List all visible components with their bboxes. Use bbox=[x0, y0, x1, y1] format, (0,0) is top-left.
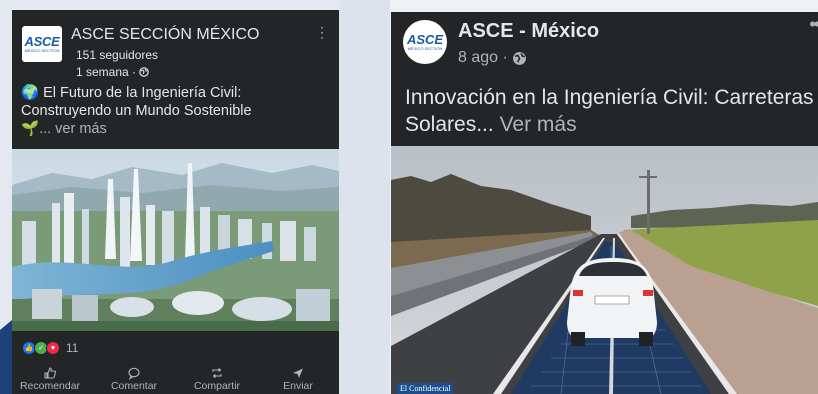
post-time[interactable]: 1 semana · bbox=[76, 65, 149, 79]
page-name[interactable]: ASCE - México bbox=[458, 20, 599, 43]
comment-label: Comentar bbox=[110, 380, 158, 392]
post-header: ASCE MÉXICO SECTION ASCE SECCIÓN MÉXICO … bbox=[20, 16, 331, 79]
post-body: Innovación en la Ingeniería Civil: Carre… bbox=[405, 86, 814, 136]
kebab-icon[interactable]: ⋮ bbox=[315, 24, 329, 41]
comment-icon bbox=[128, 367, 140, 380]
time-label: 8 ago · bbox=[458, 49, 508, 66]
reaction-count: 11 bbox=[66, 341, 79, 355]
send-button[interactable]: Enviar bbox=[278, 366, 318, 392]
share-icon bbox=[212, 368, 222, 378]
ellipsis-icon[interactable]: •• bbox=[809, 14, 818, 35]
seedling-emoji: 🌱 bbox=[21, 121, 40, 137]
post-text: 🌍 El Futuro de la Ingeniería Civil: Cons… bbox=[21, 84, 331, 138]
like-label: Recomendar bbox=[19, 380, 81, 392]
follower-count: 151 seguidores bbox=[76, 48, 159, 62]
globe-icon bbox=[512, 51, 526, 65]
post-text: Innovación en la Ingeniería Civil: Carre… bbox=[405, 84, 815, 138]
logo-text: ASCE bbox=[24, 34, 60, 49]
reaction-summary[interactable]: 👍 ✓ ♥ 11 bbox=[22, 341, 78, 355]
love-reaction-icon: ♥ bbox=[46, 341, 60, 355]
page-avatar[interactable]: ASCE MÉXICO SECTION bbox=[22, 26, 62, 62]
post-time[interactable]: 8 ago · bbox=[458, 49, 527, 67]
earth-emoji: 🌍 bbox=[21, 85, 40, 101]
page-avatar[interactable]: ASCE MÉXICO SECTION bbox=[403, 20, 447, 64]
time-label: 1 semana · bbox=[76, 65, 137, 79]
action-bar: Recomendar Comentar Compartir Enviar bbox=[12, 366, 339, 394]
post-body: El Futuro de la Ingeniería Civil: Constr… bbox=[21, 85, 252, 119]
like-button[interactable]: Recomendar bbox=[19, 366, 81, 392]
see-more-link[interactable]: ... ver más bbox=[39, 121, 107, 137]
post-card-left: ASCE MÉXICO SECTION ASCE SECCIÓN MÉXICO … bbox=[12, 10, 339, 394]
futuristic-city-image[interactable] bbox=[12, 149, 339, 331]
send-label: Enviar bbox=[283, 380, 313, 392]
logo-subtext: MÉXICO SECTION bbox=[407, 46, 443, 51]
share-label: Compartir bbox=[193, 380, 241, 392]
logo-subtext: MÉXICO SECTION bbox=[24, 48, 60, 53]
comment-button[interactable]: Comentar bbox=[109, 366, 159, 392]
see-more-link[interactable]: Ver más bbox=[500, 113, 577, 136]
image-credit: El Confidencial bbox=[397, 383, 454, 394]
send-icon bbox=[293, 368, 303, 378]
post-card-right: ASCE MÉXICO SECTION ASCE - México 8 ago … bbox=[391, 12, 818, 394]
like-icon bbox=[44, 367, 56, 379]
logo-text: ASCE bbox=[406, 32, 444, 47]
share-button[interactable]: Compartir bbox=[189, 366, 245, 392]
globe-icon bbox=[139, 67, 149, 77]
solar-road-image[interactable] bbox=[391, 146, 818, 394]
page-name[interactable]: ASCE SECCIÓN MÉXICO bbox=[71, 26, 259, 44]
